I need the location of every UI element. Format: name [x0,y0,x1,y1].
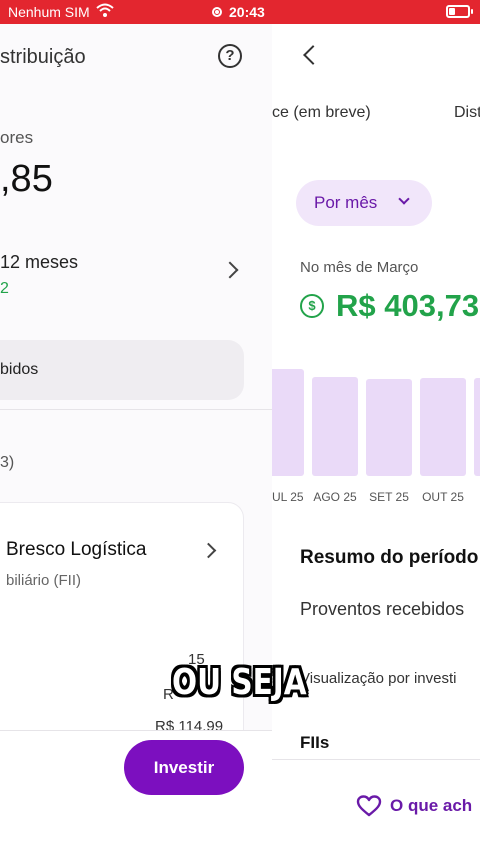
asset-title: Bresco Logística [6,539,147,560]
recording-icon [212,7,222,17]
chevron-down-icon [398,193,410,205]
carrier-label: Nenhum SIM [8,4,90,20]
left-screen: stribuição ? ores ,85 12 meses 2 bidos 3… [0,24,272,854]
chart-bar[interactable] [366,379,412,476]
wifi-icon [96,3,114,17]
status-bar: Nenhum SIM 20:43 [0,0,480,24]
month-value: R$ 403,73 [336,288,480,323]
fiis-label: FIIs [300,733,330,752]
chart-bar[interactable] [272,369,304,476]
battery-icon [446,5,473,18]
video-caption: OU SEJA [172,662,307,703]
asset-card[interactable]: Bresco Logística biliário (FII) 15 R R$ … [0,502,244,762]
chart-bar[interactable] [420,378,466,476]
right-screen: ce (em breve) Dist Por mês No mês de Mar… [272,24,480,854]
monthly-bar-chart: UL 25 AGO 25 SET 25 OUT 25 [272,354,480,504]
summary-title: Resumo do período [300,547,479,568]
help-icon[interactable]: ? [218,44,242,68]
tab-coming-soon[interactable]: ce (em breve) [272,104,371,122]
view-by-investment-label: Visualização por investi [300,670,457,687]
chart-bar[interactable] [474,378,480,476]
chart-bar[interactable] [312,377,358,476]
invest-button[interactable]: Investir [124,740,244,795]
chevron-right-icon[interactable] [221,261,239,279]
chart-x-label: SET 25 [369,490,409,504]
total-subtitle: ores [0,128,34,147]
month-label: No mês de Março [300,259,419,276]
proventos-label: Proventos recebidos [300,599,465,619]
feedback-link[interactable]: O que ach [390,796,472,816]
tab-distribution[interactable]: Dist [454,104,480,122]
received-tab-label: bidos [0,361,39,378]
heart-icon[interactable] [356,794,382,818]
twelve-months-label[interactable]: 12 meses [0,252,78,273]
page-title: stribuição [0,46,86,68]
period-label: Por mês [314,193,378,212]
chart-x-label: UL 25 [272,490,304,504]
divider [272,759,480,760]
total-value: ,85 [0,158,53,200]
asset-count: 3) [0,454,15,471]
asset-type: biliário (FII) [6,572,82,589]
chart-x-label: OUT 25 [422,490,464,504]
back-arrow-icon[interactable] [303,45,323,65]
clock: 20:43 [229,4,265,20]
received-tab[interactable]: bidos [0,340,244,400]
chevron-right-icon[interactable] [200,542,217,559]
twelve-months-sub: 2 [0,280,9,297]
period-dropdown[interactable]: Por mês [296,180,432,226]
money-icon: $ [300,294,324,318]
divider [0,409,272,410]
chart-x-label: AGO 25 [313,490,357,504]
